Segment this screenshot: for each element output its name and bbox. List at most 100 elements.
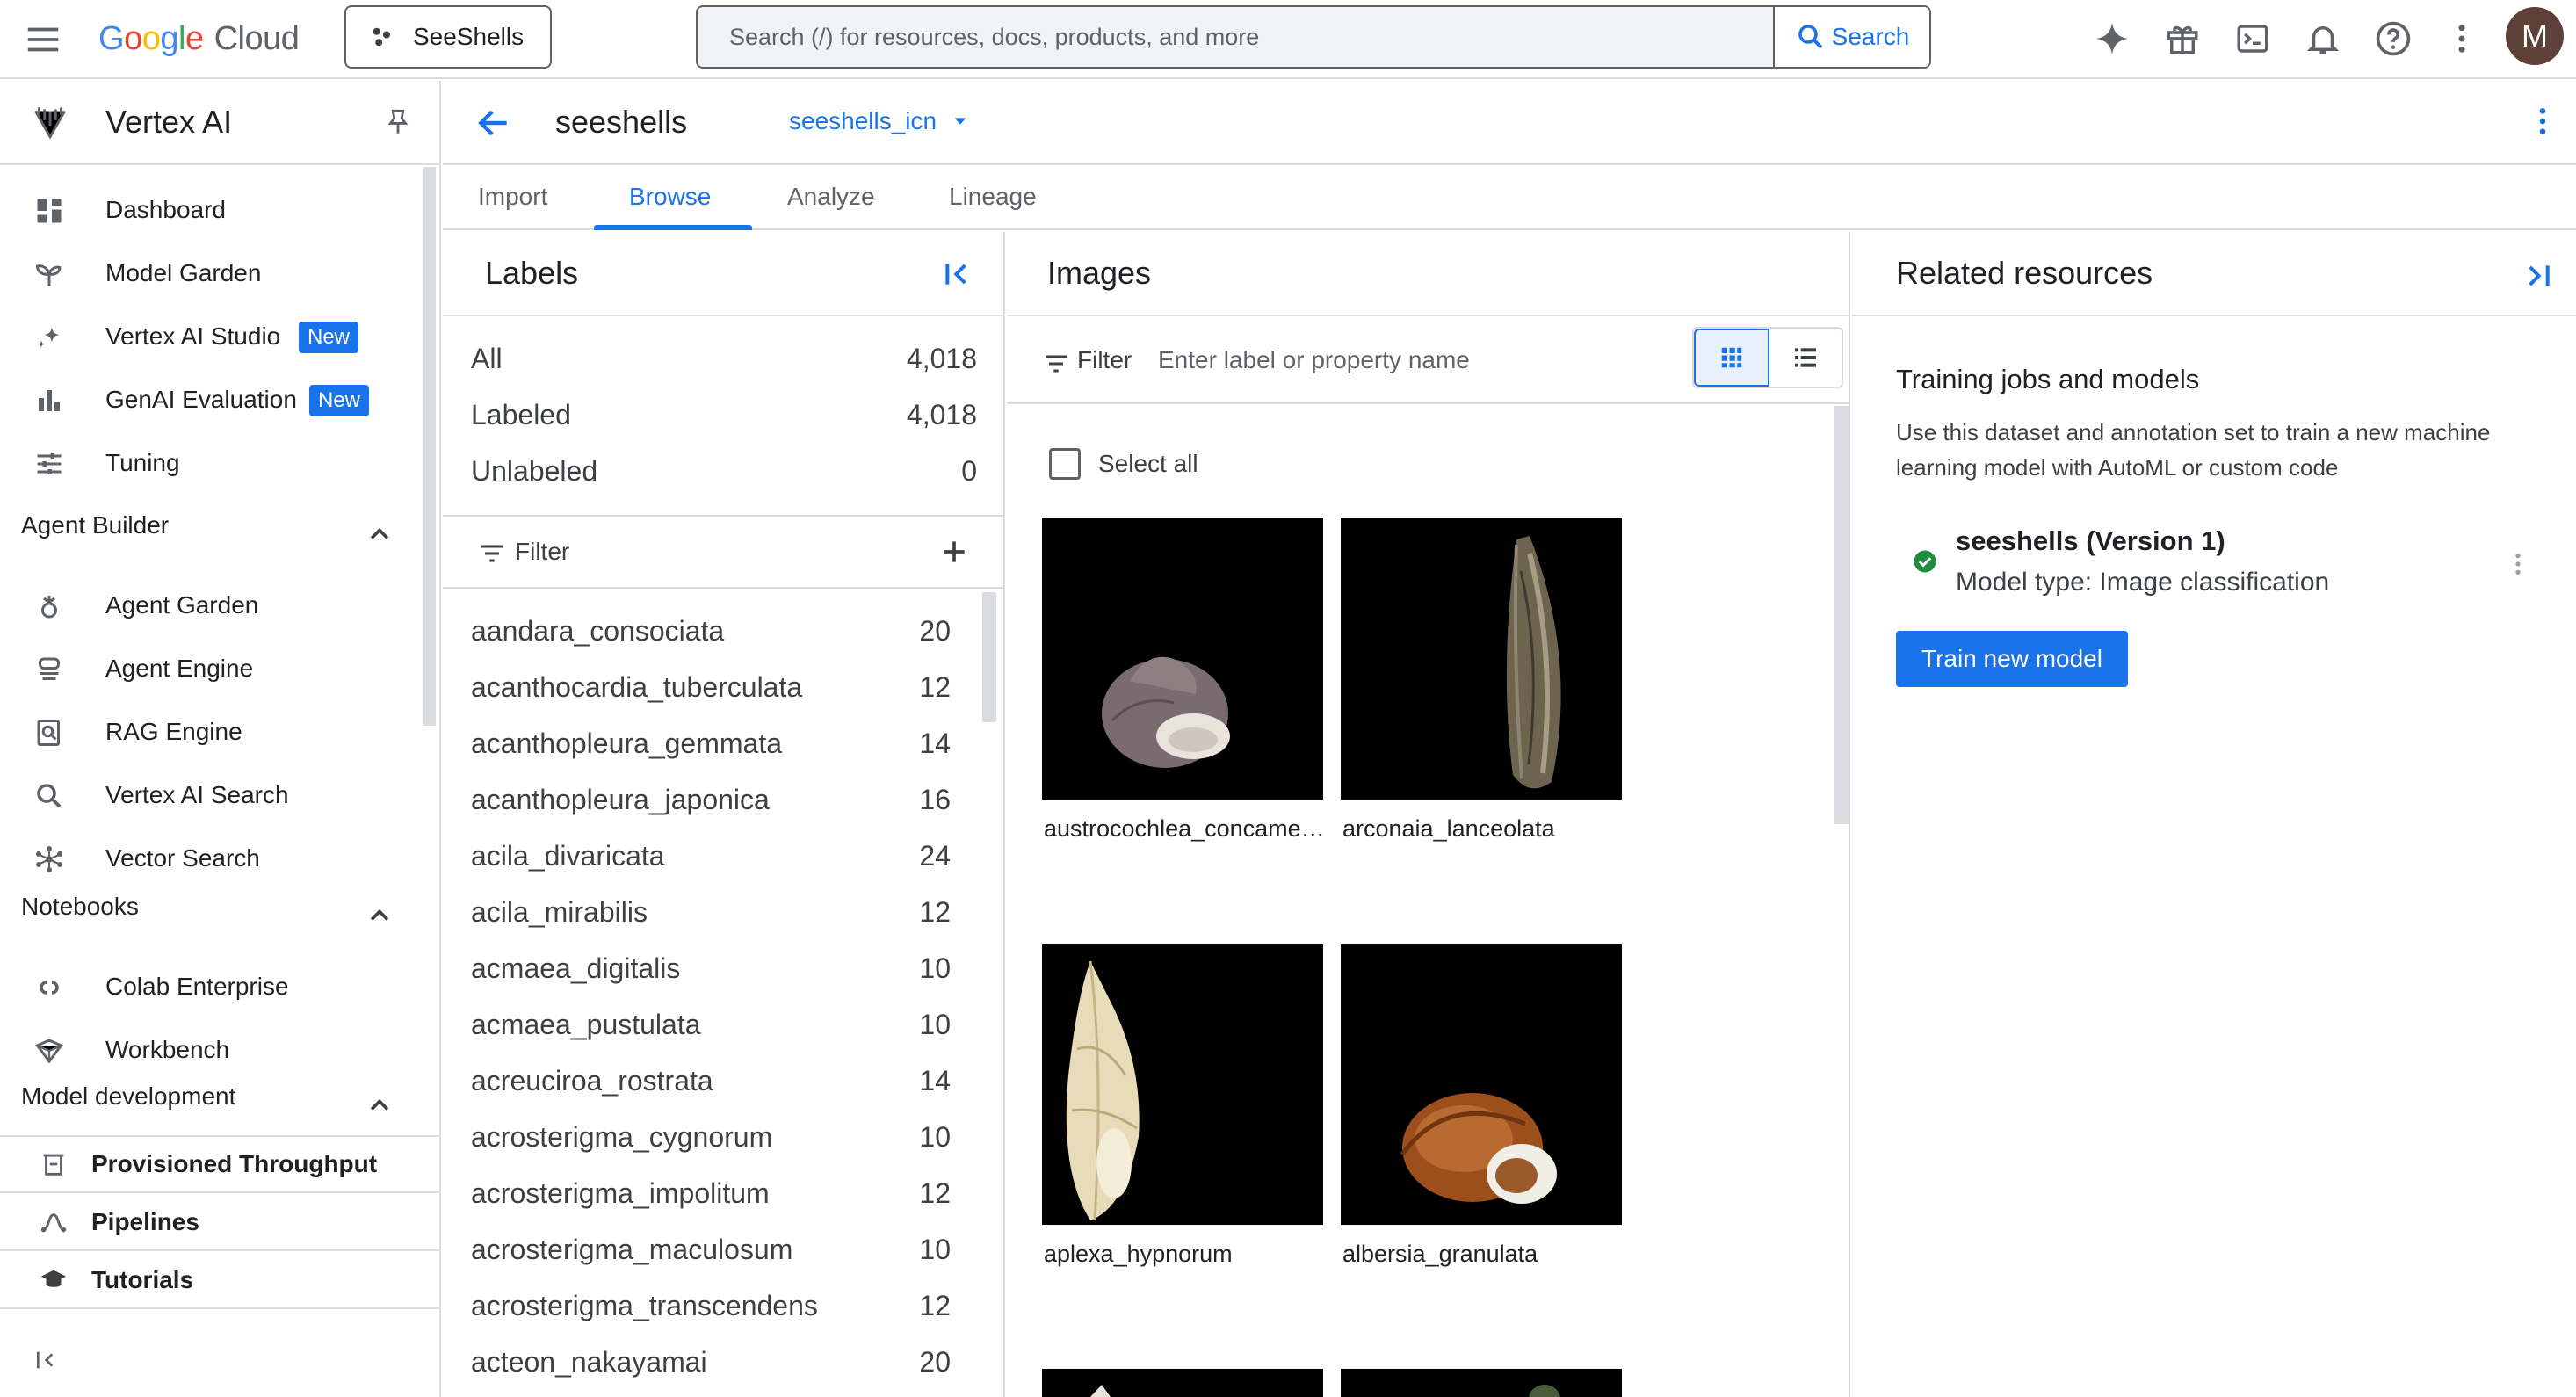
tab-import[interactable]: Import xyxy=(478,183,547,211)
notifications-bell-icon[interactable] xyxy=(2300,16,2346,62)
label-list-scrollbar[interactable] xyxy=(982,592,996,722)
sidebar-scrollbar[interactable] xyxy=(423,167,436,726)
collapse-right-icon[interactable] xyxy=(2520,258,2555,293)
label-summary-labeled[interactable]: Labeled 4,018 xyxy=(471,399,977,452)
sidebar-item-agent-garden[interactable]: Agent Garden xyxy=(0,575,422,636)
label-list-item[interactable]: acmaea_pustulata 10 xyxy=(471,1009,951,1061)
model-more-options-icon[interactable] xyxy=(2504,550,2532,578)
label-list-item[interactable]: aandara_consociata 20 xyxy=(471,615,951,668)
pipelines-icon xyxy=(39,1207,70,1239)
image-thumbnail[interactable] xyxy=(1341,1369,1622,1397)
gift-icon[interactable] xyxy=(2160,16,2205,62)
global-search[interactable]: Search (/) for resources, docs, products… xyxy=(696,5,1931,69)
new-badge: New xyxy=(299,322,359,353)
main-menu-icon[interactable] xyxy=(23,19,63,60)
label-list-item[interactable]: acila_divaricata 24 xyxy=(471,840,951,893)
search-input[interactable]: Search (/) for resources, docs, products… xyxy=(698,24,1773,51)
label-list-item[interactable]: acanthopleura_japonica 16 xyxy=(471,784,951,836)
related-subtitle: Training jobs and models xyxy=(1896,364,2200,394)
sidebar-item-dashboard[interactable]: Dashboard xyxy=(0,179,422,241)
more-options-icon[interactable] xyxy=(2439,16,2485,62)
sidebar-item-tuning[interactable]: Tuning xyxy=(0,432,422,494)
list-view-button[interactable] xyxy=(1769,329,1842,387)
train-new-model-button[interactable]: Train new model xyxy=(1896,631,2128,687)
labels-filter-bar[interactable]: Filter xyxy=(443,517,1003,589)
top-bar: Google Cloud SeeShells Search (/) for re… xyxy=(0,0,2576,79)
label-list-item[interactable]: acrosterigma_cygnorum 10 xyxy=(471,1121,951,1174)
sparkle-icon xyxy=(33,322,65,353)
sidebar-item-vector-search[interactable]: Vector Search xyxy=(0,828,422,889)
gemini-sparkle-icon[interactable] xyxy=(2089,16,2135,62)
sidebar-item-workbench[interactable]: Workbench xyxy=(0,1019,422,1081)
pin-icon[interactable] xyxy=(383,107,413,137)
back-arrow-icon[interactable] xyxy=(474,104,513,142)
image-thumbnail[interactable] xyxy=(1341,518,1622,800)
image-filter-input[interactable]: Enter label or property name xyxy=(1158,346,1470,374)
model-name-link[interactable]: seeshells (Version 1) xyxy=(1956,525,2225,557)
sidebar-item-genai-evaluation[interactable]: GenAI Evaluation New xyxy=(0,369,422,431)
sidebar-title: Vertex AI xyxy=(105,104,233,140)
label-list-item[interactable]: acteon_nakayamai 20 xyxy=(471,1346,951,1397)
add-label-icon[interactable] xyxy=(937,534,972,569)
project-picker-button[interactable]: SeeShells xyxy=(344,5,552,69)
cloud-shell-terminal-icon[interactable] xyxy=(2230,16,2276,62)
sidebar: Vertex AI Dashboard Model Garden Vertex … xyxy=(0,81,441,1397)
more-options-icon[interactable] xyxy=(2525,104,2560,139)
label-list-item[interactable]: acanthocardia_tuberculata 12 xyxy=(471,671,951,724)
label-list-item[interactable]: acmaea_digitalis 10 xyxy=(471,952,951,1005)
search-button[interactable]: Search xyxy=(1773,7,1929,67)
label-name: acrosterigma_maculosum xyxy=(471,1234,793,1265)
filter-icon xyxy=(478,539,506,568)
section-agent-builder[interactable]: Agent Builder xyxy=(21,511,390,564)
search-icon xyxy=(1795,21,1827,53)
tab-browse[interactable]: Browse xyxy=(629,183,711,211)
sidebar-item-vertex-ai-search[interactable]: Vertex AI Search xyxy=(0,764,422,826)
account-avatar[interactable]: M xyxy=(2506,7,2564,65)
sidebar-item-agent-engine[interactable]: Agent Engine xyxy=(0,638,422,699)
sidebar-item-model-garden[interactable]: Model Garden xyxy=(0,242,422,304)
grid-view-button[interactable] xyxy=(1694,329,1769,387)
sidebar-item-tutorials[interactable]: Tutorials xyxy=(0,1253,439,1309)
label-count: 10 xyxy=(919,1121,951,1153)
google-cloud-logo[interactable]: Google Cloud xyxy=(98,12,300,65)
label-count: 24 xyxy=(919,840,951,872)
chevron-up-icon xyxy=(364,1089,395,1121)
image-thumbnail[interactable] xyxy=(1042,1369,1323,1397)
label-list-item[interactable]: acreuciroa_rostrata 14 xyxy=(471,1065,951,1118)
section-notebooks[interactable]: Notebooks xyxy=(21,893,390,945)
vertex-ai-logo-icon xyxy=(28,100,72,144)
image-thumbnail[interactable] xyxy=(1341,944,1622,1225)
tutorials-icon xyxy=(39,1265,70,1297)
label-name: acrosterigma_transcendens xyxy=(471,1290,818,1321)
collapse-sidebar-icon[interactable] xyxy=(33,1346,62,1374)
image-thumbnail[interactable] xyxy=(1042,518,1323,800)
checkbox[interactable] xyxy=(1049,448,1081,480)
collapse-left-icon[interactable] xyxy=(940,257,975,292)
tab-analyze[interactable]: Analyze xyxy=(787,183,875,211)
label-name: aandara_consociata xyxy=(471,615,725,647)
dropdown-arrow-icon xyxy=(951,112,970,131)
sidebar-item-colab-enterprise[interactable]: Colab Enterprise xyxy=(0,956,422,1017)
label-summary-unlabeled[interactable]: Unlabeled 0 xyxy=(471,455,977,508)
section-model-development[interactable]: Model development xyxy=(21,1082,390,1135)
label-list-item[interactable]: acanthopleura_gemmata 14 xyxy=(471,727,951,780)
sidebar-header: Vertex AI xyxy=(0,81,441,165)
sidebar-item-provisioned-throughput[interactable]: Provisioned Throughput xyxy=(0,1137,439,1193)
image-thumbnail[interactable] xyxy=(1042,944,1323,1225)
select-all-checkbox[interactable]: Select all xyxy=(1049,448,1198,480)
help-icon[interactable] xyxy=(2370,16,2416,62)
tab-lineage[interactable]: Lineage xyxy=(949,183,1037,211)
view-toggle xyxy=(1692,327,1843,388)
label-list-item[interactable]: acila_mirabilis 12 xyxy=(471,896,951,949)
label-list-item[interactable]: acrosterigma_impolitum 12 xyxy=(471,1177,951,1230)
sidebar-item-pipelines[interactable]: Pipelines xyxy=(0,1195,439,1251)
check-circle-icon xyxy=(1912,548,1938,575)
images-scrollbar[interactable] xyxy=(1834,406,1849,824)
label-list-item[interactable]: acrosterigma_transcendens 12 xyxy=(471,1290,951,1343)
sidebar-item-vertex-ai-studio[interactable]: Vertex AI Studio New xyxy=(0,306,422,367)
label-summary-all[interactable]: All 4,018 xyxy=(471,343,977,395)
label-list-item[interactable]: acrosterigma_maculosum 10 xyxy=(471,1234,951,1286)
sidebar-item-rag-engine[interactable]: RAG Engine xyxy=(0,701,422,763)
search-icon xyxy=(33,780,65,812)
annotation-set-dropdown[interactable]: seeshells_icn xyxy=(789,107,970,135)
